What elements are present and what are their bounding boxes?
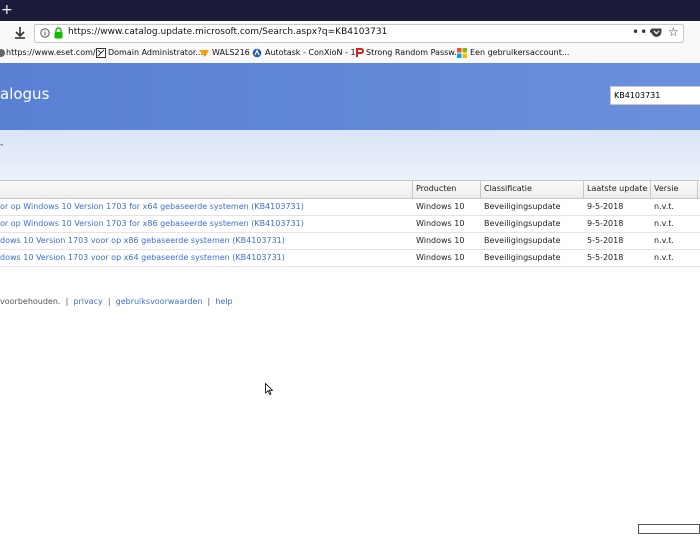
footer-separator: | <box>107 297 111 306</box>
catalog-banner <box>0 63 700 130</box>
bookmark-item[interactable]: Een gebruikersaccount... <box>470 48 569 57</box>
terms-link[interactable]: gebruiksvoorwaarden <box>116 297 203 306</box>
table-row: or op Windows 10 Version 1703 for x64 ge… <box>0 198 700 216</box>
classification-cell: Beveiligingsupdate <box>484 253 561 262</box>
classification-cell: Beveiligingsupdate <box>484 236 561 245</box>
autotask-icon <box>252 48 262 58</box>
download-arrow-icon[interactable] <box>12 25 28 41</box>
column-divider <box>583 181 584 198</box>
last-update-cell: 5-5-2018 <box>587 236 624 245</box>
catalog-title: alogus <box>0 85 50 103</box>
mouse-cursor-icon <box>265 382 274 397</box>
search-input[interactable] <box>610 86 700 105</box>
bookmark-item[interactable]: Strong Random Passw... <box>366 48 462 57</box>
update-title-link[interactable]: or op Windows 10 Version 1703 for x64 ge… <box>0 202 304 211</box>
column-header-classification[interactable]: Classificatie <box>484 184 532 193</box>
classification-cell: Beveiligingsupdate <box>484 219 561 228</box>
lock-icon[interactable] <box>54 27 63 39</box>
info-icon[interactable] <box>40 28 50 38</box>
product-cell: Windows 10 <box>416 202 465 211</box>
new-tab-button[interactable]: + <box>1 1 13 19</box>
product-cell: Windows 10 <box>416 253 465 262</box>
subheader-text: - <box>0 140 4 150</box>
wals-icon <box>199 48 209 58</box>
subheader-band <box>0 130 700 180</box>
column-header-products[interactable]: Producten <box>416 184 456 193</box>
privacy-link[interactable]: privacy <box>73 297 102 306</box>
column-divider <box>412 181 413 198</box>
column-divider <box>650 181 651 198</box>
pocket-icon[interactable] <box>651 28 662 38</box>
status-box <box>638 524 700 534</box>
version-cell: n.v.t. <box>654 236 674 245</box>
version-cell: n.v.t. <box>654 219 674 228</box>
footer-separator: | <box>65 297 69 306</box>
table-row: dows 10 Version 1703 voor op x64 gebasee… <box>0 249 700 267</box>
column-divider <box>697 181 698 198</box>
footer: voorbehouden. | privacy | gebruiksvoorwa… <box>0 297 233 306</box>
domain-icon <box>96 48 106 58</box>
table-row: dows 10 Version 1703 voor op x86 gebasee… <box>0 232 700 250</box>
bookmark-item[interactable]: Autotask - ConXioN - 1 <box>265 48 356 57</box>
update-title-link[interactable]: dows 10 Version 1703 voor op x86 gebasee… <box>0 236 285 245</box>
product-cell: Windows 10 <box>416 236 465 245</box>
product-cell: Windows 10 <box>416 219 465 228</box>
update-title-link[interactable]: dows 10 Version 1703 voor op x64 gebasee… <box>0 253 285 262</box>
footer-separator: | <box>207 297 211 306</box>
update-title-link[interactable]: or op Windows 10 Version 1703 for x86 ge… <box>0 219 304 228</box>
version-cell: n.v.t. <box>654 253 674 262</box>
last-update-cell: 9-5-2018 <box>587 219 624 228</box>
last-update-cell: 9-5-2018 <box>587 202 624 211</box>
table-row: or op Windows 10 Version 1703 for x86 ge… <box>0 215 700 233</box>
table-header: Producten Classificatie Laatste update V… <box>0 180 700 199</box>
column-header-last-update[interactable]: Laatste update <box>587 184 647 193</box>
bookmark-star-icon[interactable]: ☆ <box>668 25 679 39</box>
microsoft-icon <box>457 48 467 58</box>
url-text[interactable]: https://www.catalog.update.microsoft.com… <box>68 27 387 37</box>
tab-strip <box>0 0 700 21</box>
last-update-cell: 5-5-2018 <box>587 253 624 262</box>
column-divider <box>480 181 481 198</box>
password-icon <box>354 48 364 58</box>
bookmark-item[interactable]: https://www.eset.com/... <box>6 48 103 57</box>
column-header-version[interactable]: Versie <box>654 184 678 193</box>
help-link[interactable]: help <box>215 297 232 306</box>
copyright-text: voorbehouden. <box>0 297 61 306</box>
classification-cell: Beveiligingsupdate <box>484 202 561 211</box>
bookmark-item[interactable]: WALS216 <box>212 48 250 57</box>
version-cell: n.v.t. <box>654 202 674 211</box>
bookmark-item[interactable]: Domain Administrator... <box>108 48 203 57</box>
